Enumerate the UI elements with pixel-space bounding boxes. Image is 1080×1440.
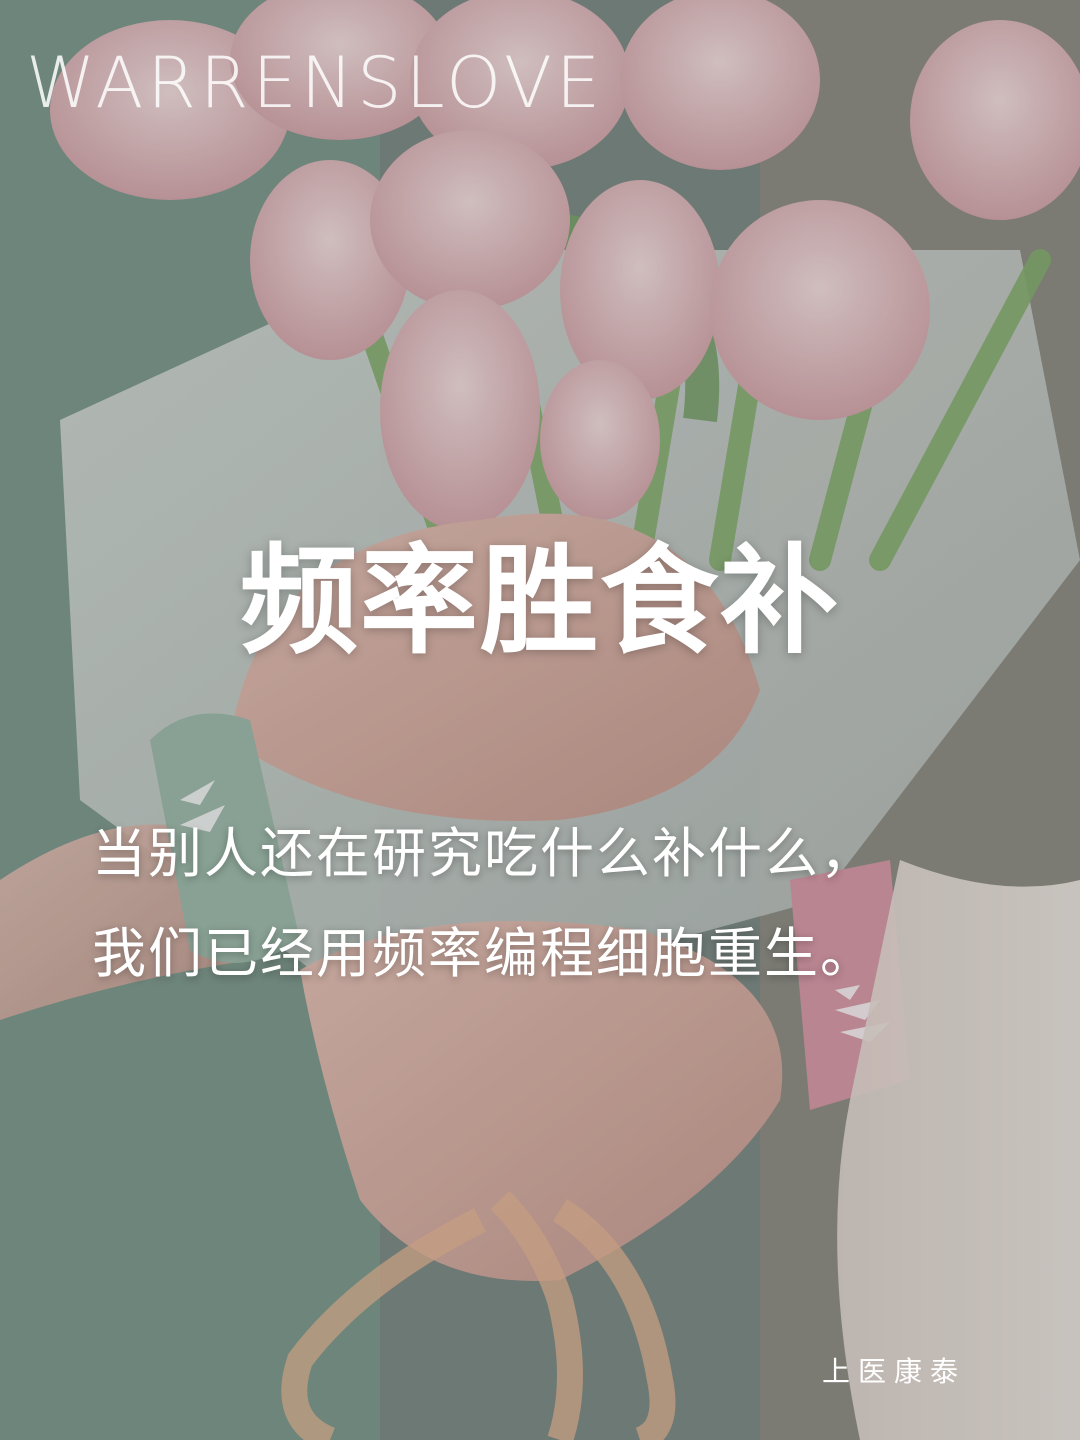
- poster: WARRENSLOVE 频率胜食补 当别人还在研究吃什么补什么， 我们已经用频率…: [0, 0, 1080, 1440]
- dark-overlay: [0, 0, 1080, 1440]
- signature: 上医康泰: [822, 1355, 967, 1388]
- brand-wordmark: WARRENSLOVE: [26, 42, 605, 124]
- subtitle-line-1: 当别人还在研究吃什么补什么，: [92, 822, 876, 885]
- headline: 频率胜食补: [239, 531, 840, 670]
- subtitle-line-2: 我们已经用频率编程细胞重生。: [92, 922, 876, 985]
